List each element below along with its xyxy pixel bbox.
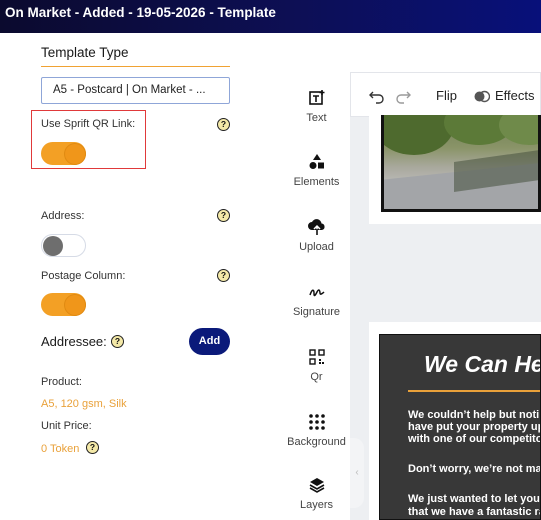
postcard-text-line: Don’t worry, we’re not ma [408, 463, 541, 475]
unit-price-help-icon[interactable]: ? [86, 441, 99, 454]
toggle-knob [65, 295, 85, 315]
headline-underline [408, 390, 540, 392]
addressee-label: Addressee: [41, 334, 107, 349]
postcard-dark-panel: We Can He We couldn’t help but noti have… [379, 334, 541, 520]
postcard-text-line: with one of our competito [408, 433, 541, 445]
postage-column-help-icon[interactable]: ? [217, 269, 230, 282]
postage-column-toggle[interactable] [41, 293, 86, 316]
postcard-front-preview[interactable] [369, 115, 541, 224]
unit-price-label: Unit Price: [41, 420, 92, 432]
page-title: On Market - Added - 19-05-2026 - Templat… [5, 5, 276, 20]
flip-button[interactable]: Flip [436, 88, 457, 103]
effects-button[interactable]: Effects [495, 88, 535, 103]
tool-layers[interactable]: Layers [283, 476, 350, 511]
tool-label: Background [287, 436, 346, 448]
postcard-headline: We Can He [424, 351, 541, 377]
tool-label: Layers [299, 499, 334, 511]
postcard-text-line: We couldn’t help but noti [408, 409, 540, 421]
tool-text[interactable]: Text [283, 89, 350, 124]
postcard-text-line: that we have a fantastic ra [408, 506, 541, 518]
template-type-heading: Template Type [41, 45, 129, 60]
product-value: A5, 120 gsm, Silk [41, 398, 127, 410]
address-toggle[interactable] [41, 234, 86, 257]
tool-qr[interactable]: Qr [283, 348, 350, 383]
postcard-text-line: We just wanted to let you [408, 493, 540, 505]
qr-link-toggle[interactable] [41, 142, 86, 165]
tool-label: Qr [310, 371, 323, 383]
postcard-text-line: have put your property up [408, 421, 541, 433]
postcard-back-preview[interactable]: We Can He We couldn’t help but noti have… [369, 322, 541, 520]
address-help-icon[interactable]: ? [217, 209, 230, 222]
tool-background[interactable]: Background [283, 413, 350, 448]
toggle-knob [65, 144, 85, 164]
property-photo [381, 115, 541, 212]
tool-upload[interactable]: Upload [283, 218, 350, 253]
redo-icon[interactable] [395, 88, 411, 104]
effects-icon [474, 90, 490, 103]
address-label: Address: [41, 210, 85, 222]
cloud-upload-icon [307, 219, 325, 235]
heading-divider [41, 66, 230, 67]
editor-toolbar: Flip Effects [350, 72, 541, 117]
collapse-panel-handle[interactable]: ‹ [350, 438, 364, 508]
layers-icon [309, 478, 324, 493]
addressee-help-icon[interactable]: ? [111, 335, 124, 348]
tool-label: Signature [292, 306, 341, 318]
qr-link-label: Use Sprift QR Link: [41, 118, 136, 130]
grid-dots-icon [308, 414, 325, 430]
signature-icon [308, 289, 325, 297]
template-type-select[interactable]: A5 - Postcard | On Market - ... [41, 77, 230, 104]
window-header: On Market - Added - 19-05-2026 - Templat… [0, 0, 541, 33]
postage-column-label: Postage Column: [41, 270, 126, 282]
tool-label: Text [306, 112, 327, 124]
add-addressee-button[interactable]: Add [189, 328, 230, 355]
product-label: Product: [41, 376, 82, 388]
toggle-knob [43, 236, 63, 256]
tool-elements[interactable]: Elements [283, 153, 350, 188]
shapes-icon [309, 154, 324, 169]
undo-icon[interactable] [369, 88, 385, 104]
text-add-icon [308, 90, 324, 105]
tool-signature[interactable]: Signature [283, 283, 350, 318]
unit-price-value: 0 Token [41, 443, 80, 455]
qr-link-help-icon[interactable]: ? [217, 118, 230, 131]
tool-label: Elements [293, 176, 340, 188]
tool-label: Upload [299, 241, 334, 253]
qr-code-icon [308, 349, 325, 365]
editor-tool-rail: Text Elements Upload Signature Qr Backgr… [283, 33, 350, 520]
